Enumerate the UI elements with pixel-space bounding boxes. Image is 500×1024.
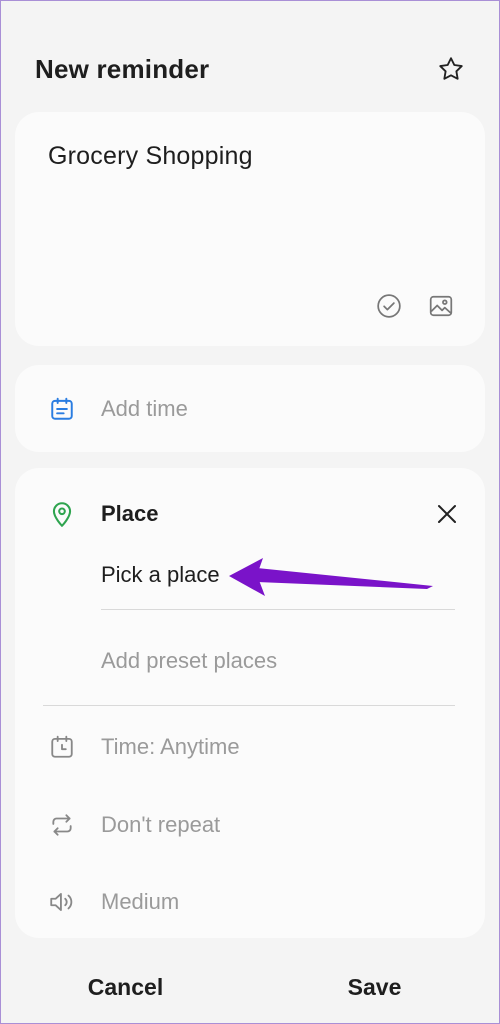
add-time-label: Add time xyxy=(101,395,188,421)
title-actions xyxy=(375,292,455,320)
place-card: Place Pick a place Add preset places Tim… xyxy=(15,468,485,938)
divider xyxy=(101,609,455,610)
add-time-row[interactable]: Add time xyxy=(15,365,485,452)
pick-place-label[interactable]: Pick a place xyxy=(101,562,220,588)
add-preset-places-label[interactable]: Add preset places xyxy=(101,648,277,674)
repeat-label: Don't repeat xyxy=(101,812,221,837)
place-title: Place xyxy=(101,501,159,526)
volume-label: Medium xyxy=(101,889,180,914)
reminder-title-input[interactable]: Grocery Shopping xyxy=(48,142,253,171)
time-anytime-row[interactable]: Time: Anytime xyxy=(15,724,485,770)
speaker-icon xyxy=(48,888,76,916)
close-icon[interactable] xyxy=(431,498,463,530)
reminder-title-card: Grocery Shopping xyxy=(15,112,485,346)
divider xyxy=(43,705,455,706)
check-circle-icon[interactable] xyxy=(375,292,403,320)
calendar-icon xyxy=(48,395,76,423)
add-time-card[interactable]: Add time xyxy=(15,365,485,452)
time-anytime-label: Time: Anytime xyxy=(101,734,240,759)
image-icon[interactable] xyxy=(427,292,455,320)
save-button[interactable]: Save xyxy=(250,959,499,1015)
clock-calendar-icon xyxy=(48,733,76,761)
repeat-row[interactable]: Don't repeat xyxy=(15,802,485,848)
place-header-row: Place xyxy=(15,488,485,540)
bottom-action-bar: Cancel Save xyxy=(1,959,499,1015)
repeat-icon xyxy=(48,811,76,839)
location-pin-icon xyxy=(48,500,76,528)
annotation-arrow-icon xyxy=(229,558,433,596)
volume-row[interactable]: Medium xyxy=(15,879,485,925)
star-icon[interactable] xyxy=(435,53,467,85)
app-header: New reminder xyxy=(35,49,475,89)
preset-places-row[interactable]: Add preset places xyxy=(15,638,485,684)
page-title: New reminder xyxy=(35,54,210,84)
cancel-button[interactable]: Cancel xyxy=(1,959,250,1015)
